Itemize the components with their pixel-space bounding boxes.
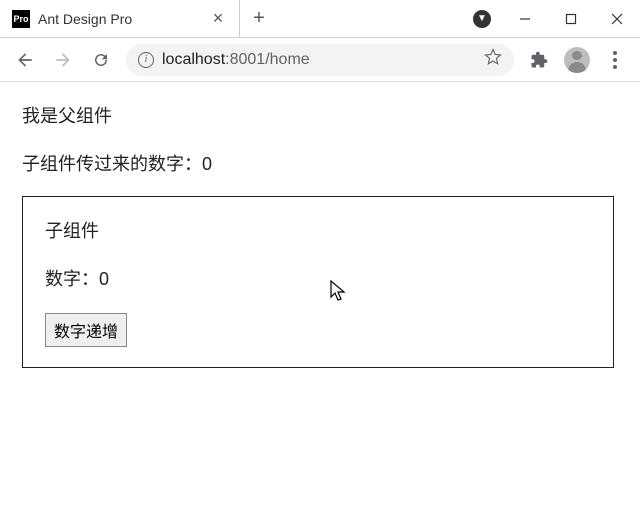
maximize-button[interactable] [548,0,594,37]
kebab-icon [613,51,617,69]
close-tab-icon[interactable]: × [209,8,227,29]
child-value-label: 数字： [45,269,99,289]
window-controls [502,0,640,37]
page-content: 我是父组件 子组件传过来的数字：0 子组件 数字：0 数字递增 [0,82,640,388]
url-port: :8001 [225,51,265,68]
parent-value-label: 子组件传过来的数字： [22,154,202,174]
site-info-icon[interactable]: i [138,52,154,68]
window-titlebar: Pro Ant Design Pro × + ▼ [0,0,640,38]
address-bar[interactable]: i localhost:8001/home [126,44,514,76]
dropdown-icon[interactable]: ▼ [462,0,502,37]
parent-value: 0 [202,154,212,174]
tab-title: Ant Design Pro [38,11,201,27]
menu-button[interactable] [598,43,632,77]
avatar-icon [564,47,590,73]
browser-tab[interactable]: Pro Ant Design Pro × [0,0,240,37]
child-value: 0 [99,269,109,289]
parent-component-title: 我是父组件 [22,102,618,128]
child-component-title: 子组件 [45,217,591,243]
reload-button[interactable] [84,43,118,77]
forward-button[interactable] [46,43,80,77]
profile-button[interactable] [560,43,594,77]
url-text: localhost:8001/home [162,51,476,69]
url-path: /home [265,51,309,68]
url-host: localhost [162,51,225,68]
extensions-button[interactable] [522,43,556,77]
child-value-line: 数字：0 [45,265,591,291]
browser-toolbar: i localhost:8001/home [0,38,640,82]
favicon-icon: Pro [12,10,30,28]
back-button[interactable] [8,43,42,77]
bookmark-star-icon[interactable] [484,48,502,71]
close-window-button[interactable] [594,0,640,37]
increment-button[interactable]: 数字递增 [45,313,127,347]
child-component-box: 子组件 数字：0 数字递增 [22,196,614,368]
minimize-button[interactable] [502,0,548,37]
parent-value-line: 子组件传过来的数字：0 [22,150,618,176]
new-tab-button[interactable]: + [240,0,278,37]
